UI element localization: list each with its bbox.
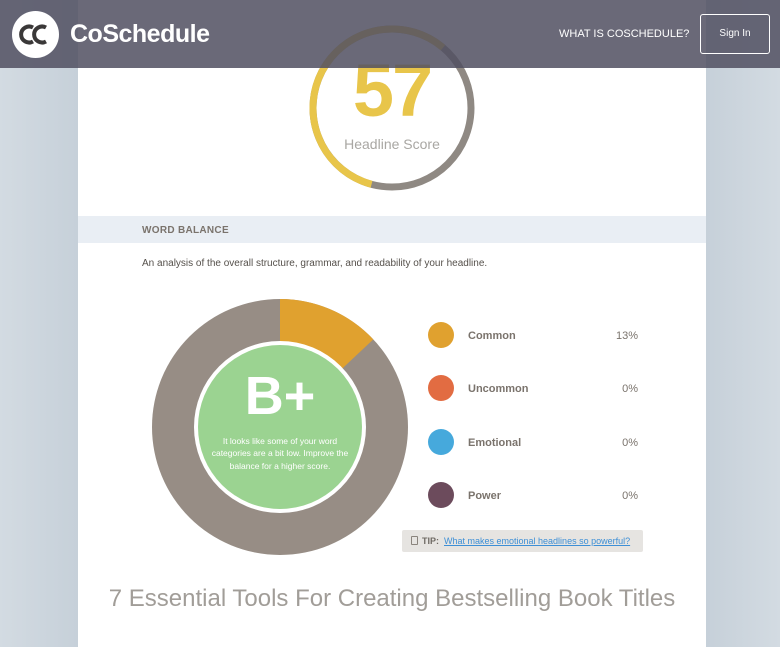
word-balance-legend: Common 13% Uncommon 0% Emotional 0% Powe… <box>428 322 638 535</box>
tip-prefix: TIP: <box>422 536 439 546</box>
legend-value-power: 0% <box>622 489 638 502</box>
word-balance-grade-message: It looks like some of your word categori… <box>211 436 349 471</box>
page-background-right <box>706 0 780 647</box>
legend-value-uncommon: 0% <box>622 383 638 396</box>
what-is-coschedule-link[interactable]: WHAT IS COSCHEDULE? <box>559 28 689 40</box>
sign-in-button[interactable]: Sign In <box>700 14 770 54</box>
page-background-left <box>0 0 78 647</box>
power-color-dot-icon <box>428 481 454 508</box>
coschedule-logo-icon[interactable] <box>12 11 59 58</box>
word-balance-title: WORD BALANCE <box>142 225 229 236</box>
logo-wordmark[interactable]: CoSchedule <box>70 20 210 49</box>
headline-score-label: Headline Score <box>344 136 440 152</box>
emotional-headlines-link[interactable]: What makes emotional headlines so powerf… <box>444 530 630 552</box>
clipboard-icon <box>411 536 418 545</box>
common-color-dot-icon <box>428 322 454 348</box>
legend-item-common: Common 13% <box>428 322 638 375</box>
tip-box: TIP: What makes emotional headlines so p… <box>402 530 643 552</box>
word-balance-grade: B+ <box>244 366 316 426</box>
legend-item-emotional: Emotional 0% <box>428 428 638 482</box>
legend-label-common: Common <box>468 330 516 342</box>
legend-label-power: Power <box>468 489 502 502</box>
analyzed-headline: 7 Essential Tools For Creating Bestselli… <box>108 585 676 612</box>
word-balance-donut-chart: B+ It looks like some of your word categ… <box>152 299 408 555</box>
legend-item-power: Power 0% <box>428 481 638 535</box>
uncommon-color-dot-icon <box>428 375 454 402</box>
legend-item-uncommon: Uncommon 0% <box>428 375 638 428</box>
legend-label-uncommon: Uncommon <box>468 383 529 396</box>
donut-svg <box>152 299 408 555</box>
legend-value-emotional: 0% <box>622 436 638 449</box>
legend-label-emotional: Emotional <box>468 436 522 449</box>
emotional-color-dot-icon <box>428 428 454 455</box>
site-header: CoSchedule WHAT IS COSCHEDULE? Sign In <box>0 0 780 68</box>
legend-value-common: 13% <box>615 330 638 342</box>
results-card: 57 Headline Score WORD BALANCE An analys… <box>78 0 706 647</box>
word-balance-description: An analysis of the overall structure, gr… <box>142 258 488 269</box>
word-balance-header: WORD BALANCE <box>78 216 706 243</box>
